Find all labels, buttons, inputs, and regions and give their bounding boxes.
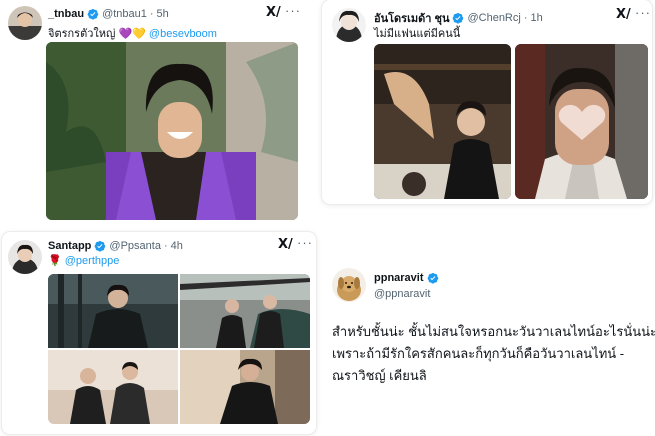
verified-badge-icon (427, 272, 439, 284)
tweet-photo-2[interactable] (515, 44, 648, 199)
photo-man-with-heart (515, 44, 648, 199)
verified-badge-icon (94, 240, 106, 252)
user-handle[interactable]: @Ppsanta (109, 240, 161, 252)
user-handle[interactable]: @ChenRcj (467, 12, 520, 24)
grok-icon[interactable]: X/ (278, 237, 293, 252)
tweet-photo-1[interactable] (374, 44, 511, 199)
tweet-photo-4[interactable] (180, 350, 310, 424)
tweet-card-ppsanta[interactable]: Santapp @Ppsanta · 4h X/ ··· 🌹 @perthppe (2, 232, 316, 434)
timestamp[interactable]: 1h (531, 12, 543, 24)
tweet-card-ppnaravit[interactable]: ppnaravit @ppnaravit สำหรับชั้นน่ะ ชั้นไ… (322, 260, 655, 436)
photo-man-leather-jacket (180, 350, 310, 424)
display-name[interactable]: ppnaravit (374, 272, 424, 284)
emoji-hearts: 💜💛 (118, 28, 146, 40)
more-options-icon[interactable]: ··· (635, 5, 651, 20)
user-handle[interactable]: @ppnaravit (374, 288, 430, 300)
tweet-photo[interactable] (46, 42, 298, 220)
timestamp[interactable]: 5h (157, 8, 169, 20)
mention-link[interactable]: @perthppe (65, 255, 120, 267)
mention-link[interactable]: @besevboom (149, 28, 217, 40)
grok-icon[interactable]: X/ (266, 5, 281, 20)
verified-badge-icon (87, 8, 99, 20)
photo-bridge-man (48, 274, 178, 348)
photo-smiling-man (46, 42, 298, 220)
tweet-text-line-3: ณราวิชญ์ เคียนลิ (332, 368, 427, 383)
tweet-text: จิตรกรตัวใหญ่ (48, 28, 116, 40)
tweet-photo-1[interactable] (48, 274, 178, 348)
display-name[interactable]: Santapp (48, 240, 91, 252)
tweet-photo-2[interactable] (180, 274, 310, 348)
photo-two-men-sunset (48, 350, 178, 424)
avatar[interactable] (8, 6, 42, 40)
emoji-rose: 🌹 (48, 255, 62, 267)
tweet-text-line-1: สำหรับชั้นน่ะ ชั้นไม่สนใจหรอกนะวันวาเลนไ… (332, 324, 655, 339)
tweet-card-tnbau[interactable]: _tnbau @tnbau1 · 5h X/ ··· จิตรกรตัวใหญ่… (0, 0, 312, 228)
tweet-photo-3[interactable] (48, 350, 178, 424)
verified-badge-icon (452, 12, 464, 24)
separator-dot: · (149, 8, 154, 20)
tweet-text: ไม่มีแฟนแต่มีคนนี้ (374, 28, 461, 40)
separator-dot: · (163, 240, 168, 252)
more-options-icon[interactable]: ··· (285, 3, 301, 18)
avatar[interactable] (8, 240, 42, 274)
user-handle[interactable]: @tnbau1 (102, 8, 147, 20)
display-name[interactable]: _tnbau (48, 8, 84, 20)
timestamp[interactable]: 4h (171, 240, 183, 252)
tweet-card-chenrcj[interactable]: อันโดรเมด้า ชุน @ChenRcj · 1h X/ ··· ไม่… (322, 0, 652, 204)
separator-dot: · (523, 12, 528, 24)
more-options-icon[interactable]: ··· (297, 235, 313, 250)
grok-icon[interactable]: X/ (616, 7, 631, 22)
photo-two-men-car (180, 274, 310, 348)
avatar[interactable] (332, 8, 366, 42)
avatar[interactable] (332, 268, 366, 302)
photo-restaurant-man (374, 44, 511, 199)
tweet-text-line-2: เพราะถ้ามีรักใครสักคนละก็ทุกวันก็คือวันว… (332, 346, 625, 361)
